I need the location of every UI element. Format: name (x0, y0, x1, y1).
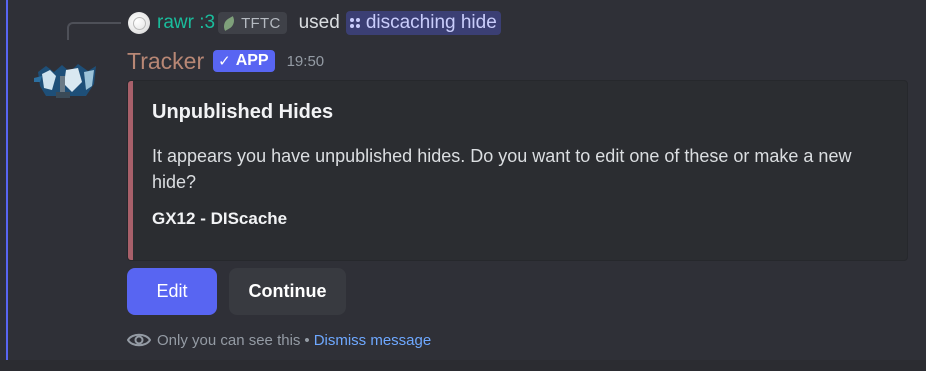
bot-name[interactable]: Tracker (127, 48, 204, 75)
verified-check-icon: ✓ (218, 53, 231, 70)
message-header: Tracker ✓ APP 19:50 (127, 46, 324, 76)
edit-button[interactable]: Edit (127, 268, 217, 315)
eye-icon (127, 333, 151, 347)
tracker-logo-icon (34, 64, 96, 98)
used-label: used (298, 12, 340, 33)
leaf-icon (220, 15, 238, 31)
ephemeral-footer: Only you can see this • Dismiss message (127, 329, 431, 351)
footer-separator: • (304, 331, 310, 349)
embed: Unpublished Hides It appears you have un… (127, 80, 908, 261)
command-name: discaching hide (365, 12, 497, 33)
bottom-strip (0, 360, 926, 371)
embed-field: GX12 - DIScache (152, 209, 288, 228)
command-mention[interactable]: discaching hide (345, 11, 501, 35)
reply-header: rawr :3 TFTC used discaching hide (128, 10, 501, 36)
dismiss-message-link[interactable]: Dismiss message (314, 332, 432, 349)
visibility-text: Only you can see this (157, 331, 301, 349)
command-icon (349, 18, 360, 28)
embed-title: Unpublished Hides (152, 101, 334, 123)
bot-avatar[interactable] (32, 46, 100, 108)
ephemeral-accent-bar (6, 0, 8, 360)
server-tag[interactable]: TFTC (218, 12, 287, 34)
server-tag-label: TFTC (241, 14, 281, 32)
reply-avatar[interactable] (128, 12, 150, 34)
app-badge-label: APP (235, 52, 269, 69)
embed-description: It appears you have unpublished hides. D… (152, 146, 852, 192)
continue-button[interactable]: Continue (229, 268, 346, 315)
reply-author-name[interactable]: rawr :3 (157, 12, 215, 34)
reply-spine (67, 22, 121, 40)
message-container: rawr :3 TFTC used discaching hide Tracke… (0, 0, 926, 360)
message-timestamp[interactable]: 19:50 (287, 53, 325, 70)
embed-color-bar (128, 81, 133, 260)
app-badge: ✓ APP (213, 50, 275, 72)
